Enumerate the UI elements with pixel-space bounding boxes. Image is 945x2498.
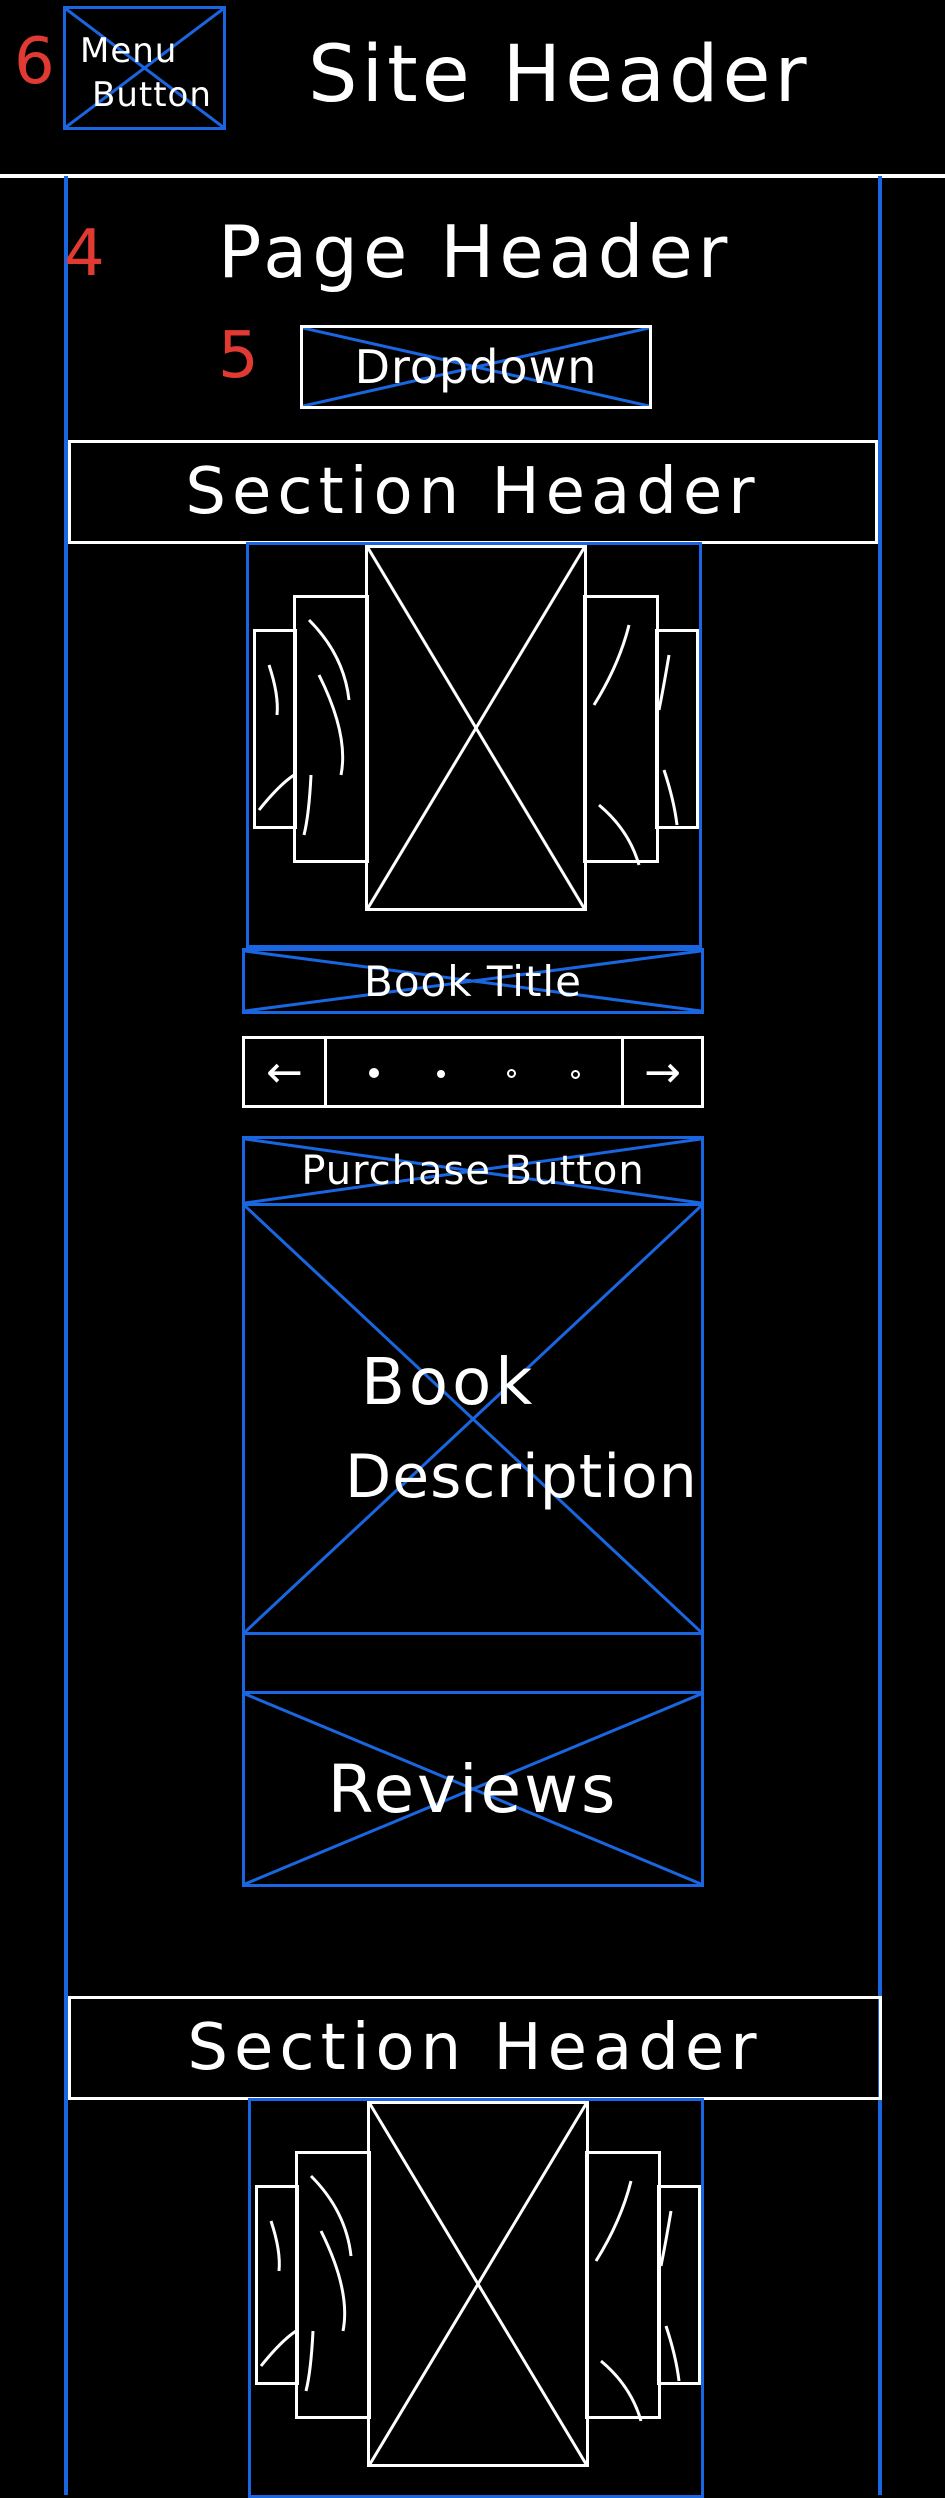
dropdown[interactable]: Dropdown [300,325,652,409]
menu-button-label-line1: Menu [80,31,178,71]
dropdown-annotation-number: 5 [218,319,259,393]
section-header-label: Section Header [185,455,761,529]
menu-button-label-line2: Button [92,75,212,115]
carousel-dot[interactable] [507,1069,516,1078]
site-header-divider [0,174,945,178]
book-title-label: Book Title [364,956,582,1006]
page-header: Page Header [218,210,733,294]
site-header: Site Header [308,30,811,120]
carousel-dot[interactable] [437,1070,445,1078]
book-description: Book Description [242,1203,704,1635]
carousel-nav: ← → [242,1036,704,1108]
book-description-label-line1: Book [361,1346,537,1420]
page-curl-decoration [259,2174,681,2422]
section-header-label: Section Header [187,2011,763,2085]
menu-annotation-number: 6 [14,25,55,99]
section-header: Section Header [68,440,878,544]
description-spacer [242,1632,704,1694]
page-header-annotation-number: 4 [64,217,105,291]
book-cover-carousel[interactable] [246,542,702,948]
carousel-dots [327,1039,621,1105]
section-header: Section Header [68,1996,882,2100]
page-curl-decoration [257,618,679,866]
arrow-left-icon: ← [266,1046,303,1098]
reviews: Reviews [242,1691,704,1887]
book-cover-carousel[interactable] [248,2098,704,2498]
purchase-button-label: Purchase Button [301,1148,645,1194]
book-title: Book Title [242,948,704,1014]
content-right-border [878,176,882,2495]
carousel-dot[interactable] [571,1070,580,1079]
purchase-button[interactable]: Purchase Button [242,1136,704,1206]
carousel-dot[interactable] [369,1068,379,1078]
carousel-prev-button[interactable]: ← [245,1039,327,1105]
dropdown-label: Dropdown [354,340,598,394]
book-description-label-line2: Description [345,1442,698,1512]
carousel-next-button[interactable]: → [621,1039,701,1105]
arrow-right-icon: → [644,1046,681,1098]
menu-button[interactable]: Menu Button [63,6,226,130]
reviews-label: Reviews [327,1750,619,1828]
